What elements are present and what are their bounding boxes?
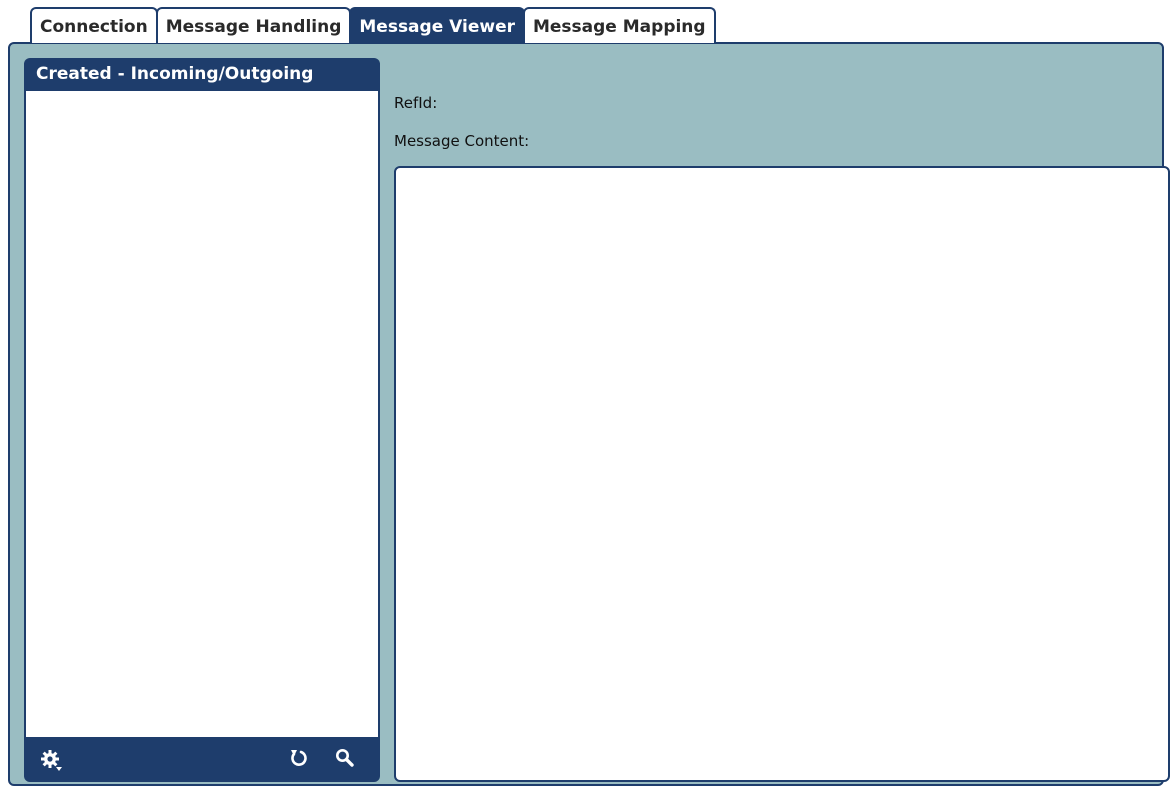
- message-list-toolbar: [24, 737, 380, 782]
- tab-connection[interactable]: Connection: [30, 7, 158, 43]
- message-list-title: Created - Incoming/Outgoing: [36, 64, 314, 84]
- tab-message-mapping[interactable]: Message Mapping: [522, 7, 716, 43]
- message-content-label: Message Content:: [394, 132, 530, 150]
- tab-message-viewer[interactable]: Message Viewer: [349, 7, 525, 43]
- tab-message-handling[interactable]: Message Handling: [155, 7, 352, 43]
- message-content-area[interactable]: [394, 166, 1170, 782]
- refid-label: RefId:: [394, 94, 438, 112]
- gear-icon[interactable]: [38, 747, 64, 773]
- message-list-panel: Created - Incoming/Outgoing: [24, 58, 380, 782]
- message-list[interactable]: [26, 91, 378, 737]
- message-viewer-panel: Created - Incoming/Outgoing RefId: Messa…: [8, 42, 1170, 786]
- search-icon[interactable]: [332, 745, 358, 771]
- refresh-icon[interactable]: [286, 745, 312, 771]
- tab-bar: Connection Message Handling Message View…: [30, 7, 716, 43]
